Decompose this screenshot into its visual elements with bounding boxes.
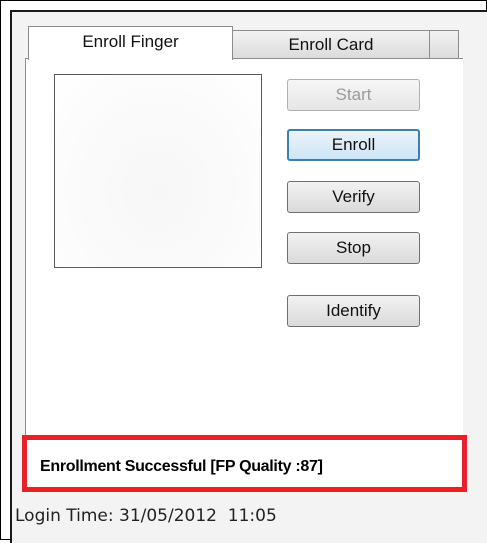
tab-bar: Enroll Finger Enroll Card	[28, 26, 459, 60]
identify-button[interactable]: Identify	[287, 295, 420, 327]
fingerprint-image	[54, 74, 262, 268]
verify-button[interactable]: Verify	[287, 181, 420, 213]
tab-overflow[interactable]	[429, 30, 459, 58]
tab-enroll-finger[interactable]: Enroll Finger	[28, 26, 233, 60]
login-time-label: Login Time: 31/05/2012 11:05	[15, 506, 277, 526]
tab-enroll-card[interactable]: Enroll Card	[232, 30, 430, 58]
start-button[interactable]: Start	[287, 79, 420, 111]
screenshot-frame: Enroll Finger Enroll Card Start Enroll V…	[0, 0, 487, 543]
stop-button[interactable]: Stop	[287, 232, 420, 264]
status-highlight: Enrollment Successful [FP Quality :87]	[22, 435, 467, 492]
enroll-button[interactable]: Enroll	[287, 129, 420, 161]
status-message: Enrollment Successful [FP Quality :87]	[40, 458, 323, 475]
